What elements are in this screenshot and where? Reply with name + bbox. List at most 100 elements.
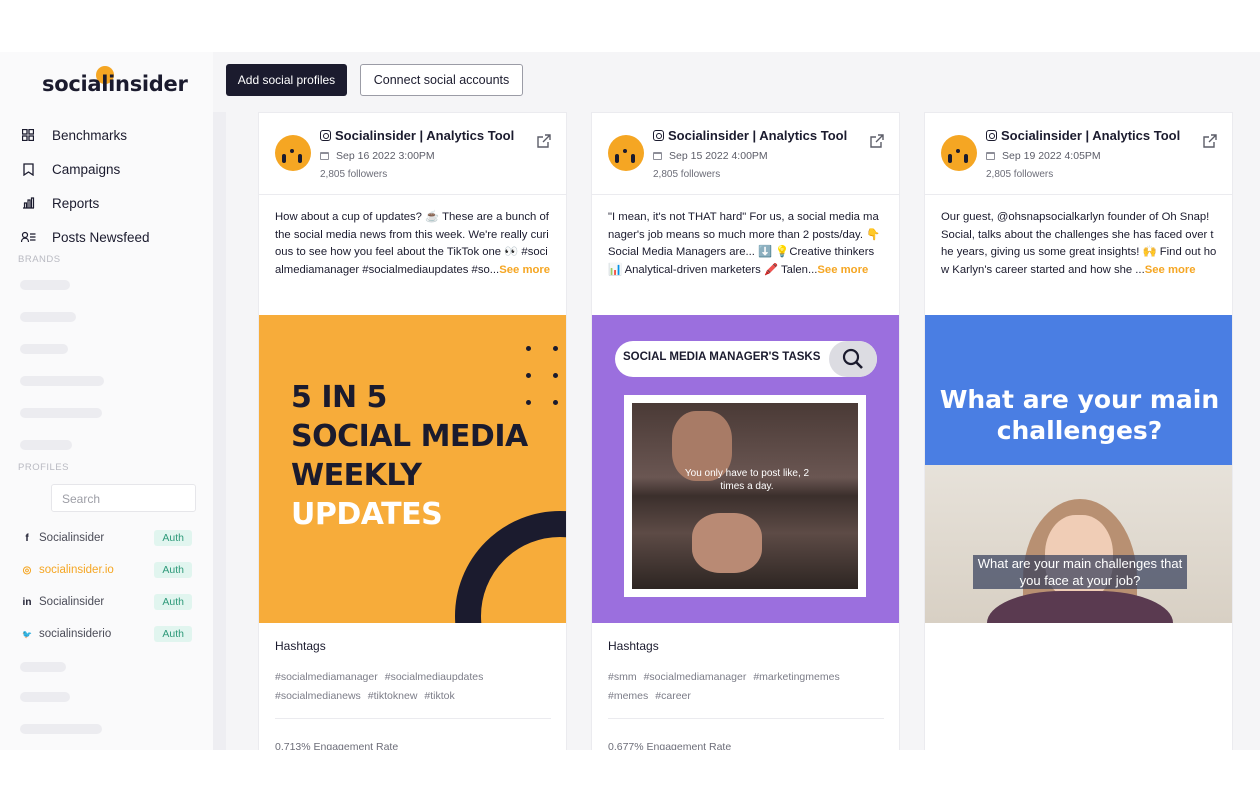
video-frame bbox=[925, 465, 1232, 623]
auth-badge[interactable]: Auth bbox=[154, 626, 192, 642]
sidebar-item-benchmarks[interactable]: Benchmarks bbox=[20, 118, 150, 152]
hashtag[interactable]: #memes bbox=[608, 690, 648, 702]
hashtag[interactable]: #socialmediaupdates bbox=[385, 671, 484, 683]
instagram-icon bbox=[986, 130, 997, 141]
post-date: Sep 15 2022 4:00PM bbox=[653, 150, 768, 162]
search-icon bbox=[829, 341, 877, 377]
sidebar-nav: Benchmarks Campaigns Reports Posts Newsf… bbox=[20, 118, 150, 254]
sidebar-item-label: Benchmarks bbox=[52, 127, 128, 143]
avatar[interactable] bbox=[608, 135, 644, 171]
engagement-rate: 0.713% Engagement Rate bbox=[275, 741, 399, 750]
profile-name: Socialinsider bbox=[39, 596, 105, 608]
auth-badge[interactable]: Auth bbox=[154, 594, 192, 610]
post-header: Socialinsider | Analytics Tool Sep 15 20… bbox=[592, 113, 899, 195]
calendar-icon bbox=[320, 152, 329, 160]
decoration-dot bbox=[526, 400, 531, 405]
profile-item-instagram[interactable]: ◎ socialinsider.io Auth bbox=[20, 560, 192, 580]
hashtag[interactable]: #socialmediamanager bbox=[644, 671, 747, 683]
hashtag[interactable]: #socialmediamanager bbox=[275, 671, 378, 683]
post-video[interactable]: What are your main challenges? What are … bbox=[925, 315, 1232, 623]
engagement-rate: 0.677% Engagement Rate bbox=[608, 741, 732, 750]
video-question: What are your main challenges? bbox=[939, 385, 1220, 445]
see-more-link[interactable]: See more bbox=[499, 264, 550, 276]
add-social-profiles-button[interactable]: Add social profiles bbox=[226, 64, 347, 96]
brand-item[interactable] bbox=[20, 408, 102, 418]
search-bar-graphic: SOCIAL MEDIA MANAGER'S TASKS bbox=[615, 341, 877, 377]
post-card: Socialinsider | Analytics Tool Sep 16 20… bbox=[258, 112, 567, 750]
post-image[interactable]: SOCIAL MEDIA MANAGER'S TASKS You only ha… bbox=[592, 315, 899, 623]
post-card: Socialinsider | Analytics Tool Sep 19 20… bbox=[924, 112, 1233, 750]
sidebar-item-reports[interactable]: Reports bbox=[20, 186, 150, 220]
followers-count: 2,805 followers bbox=[320, 169, 388, 180]
scrollbar[interactable] bbox=[213, 112, 226, 750]
hashtags-heading: Hashtags bbox=[275, 639, 326, 653]
post-header: Socialinsider | Analytics Tool Sep 19 20… bbox=[925, 113, 1232, 195]
decoration-dot bbox=[553, 346, 558, 351]
profile-name: Socialinsider bbox=[39, 532, 105, 544]
hashtag-list: #smm #socialmediamanager #marketingmemes #… bbox=[608, 668, 888, 706]
brand-item[interactable] bbox=[20, 280, 70, 290]
profile-name: socialinsiderio bbox=[39, 628, 112, 640]
instagram-icon: ◎ bbox=[22, 564, 32, 576]
account-name[interactable]: Socialinsider | Analytics Tool bbox=[986, 128, 1180, 143]
auth-badge[interactable]: Auth bbox=[154, 530, 192, 546]
external-link-icon[interactable] bbox=[536, 133, 552, 149]
hashtag[interactable]: #socialmedianews bbox=[275, 690, 361, 702]
hashtag[interactable]: #tiktok bbox=[424, 690, 454, 702]
twitter-icon: 🐦 bbox=[22, 629, 32, 639]
decoration-dot bbox=[553, 400, 558, 405]
decoration-dot bbox=[553, 373, 558, 378]
linkedin-icon: in bbox=[22, 596, 32, 608]
account-name[interactable]: Socialinsider | Analytics Tool bbox=[653, 128, 847, 143]
post-caption: Our guest, @ohsnapsocialkarlyn founder o… bbox=[941, 211, 1217, 276]
image-text: 5 IN 5 SOCIAL MEDIA WEEKLY UPDATES bbox=[291, 380, 528, 532]
grid-icon bbox=[20, 127, 36, 143]
external-link-icon[interactable] bbox=[1202, 133, 1218, 149]
bookmark-icon bbox=[20, 161, 36, 177]
hashtag-list: #socialmediamanager #socialmediaupdates #… bbox=[275, 668, 555, 706]
hashtag[interactable]: #smm bbox=[608, 671, 637, 683]
post-image[interactable]: 5 IN 5 SOCIAL MEDIA WEEKLY UPDATES bbox=[259, 315, 566, 623]
brand-item[interactable] bbox=[20, 376, 104, 386]
see-more-link[interactable]: See more bbox=[1145, 264, 1196, 276]
app-window: socialinsider Benchmarks Campaigns Repor… bbox=[0, 52, 1260, 750]
auth-badge[interactable]: Auth bbox=[154, 562, 192, 578]
hashtag[interactable]: #tiktoknew bbox=[368, 690, 418, 702]
sidebar: socialinsider Benchmarks Campaigns Repor… bbox=[0, 52, 213, 750]
see-more-link[interactable]: See more bbox=[817, 264, 868, 276]
video-title-panel: What are your main challenges? bbox=[925, 315, 1232, 465]
brand-item[interactable] bbox=[20, 312, 76, 322]
calendar-icon bbox=[653, 152, 662, 160]
account-name[interactable]: Socialinsider | Analytics Tool bbox=[320, 128, 514, 143]
post-date: Sep 19 2022 4:05PM bbox=[986, 150, 1101, 162]
avatar[interactable] bbox=[941, 135, 977, 171]
profile-item-linkedin[interactable]: in Socialinsider Auth bbox=[20, 592, 192, 612]
profile-item[interactable] bbox=[20, 662, 66, 672]
profile-item-twitter[interactable]: 🐦 socialinsiderio Auth bbox=[20, 624, 192, 644]
profile-name: socialinsider.io bbox=[39, 564, 114, 576]
instagram-icon bbox=[653, 130, 664, 141]
followers-count: 2,805 followers bbox=[986, 169, 1054, 180]
brands-section-label: BRANDS bbox=[18, 254, 61, 265]
facebook-icon: f bbox=[25, 532, 29, 544]
sidebar-item-campaigns[interactable]: Campaigns bbox=[20, 152, 150, 186]
profile-item-facebook[interactable]: f Socialinsider Auth bbox=[20, 528, 192, 548]
decoration-dot bbox=[526, 373, 531, 378]
external-link-icon[interactable] bbox=[869, 133, 885, 149]
brand-item[interactable] bbox=[20, 440, 72, 450]
logo[interactable]: socialinsider bbox=[42, 72, 188, 96]
profiles-section-label: PROFILES bbox=[18, 462, 69, 473]
profile-item[interactable] bbox=[20, 724, 102, 734]
hashtag[interactable]: #marketingmemes bbox=[753, 671, 839, 683]
hashtag[interactable]: #career bbox=[655, 690, 691, 702]
sidebar-item-label: Campaigns bbox=[52, 161, 121, 177]
meme-caption: You only have to post like, 2 times a da… bbox=[684, 468, 810, 492]
brand-item[interactable] bbox=[20, 344, 68, 354]
user-list-icon bbox=[20, 229, 36, 245]
profile-item[interactable] bbox=[20, 692, 70, 702]
profile-search-input[interactable]: Search bbox=[51, 484, 196, 512]
avatar[interactable] bbox=[275, 135, 311, 171]
sidebar-item-posts-newsfeed[interactable]: Posts Newsfeed bbox=[20, 220, 150, 254]
connect-social-accounts-button[interactable]: Connect social accounts bbox=[360, 64, 523, 96]
divider bbox=[608, 718, 884, 719]
